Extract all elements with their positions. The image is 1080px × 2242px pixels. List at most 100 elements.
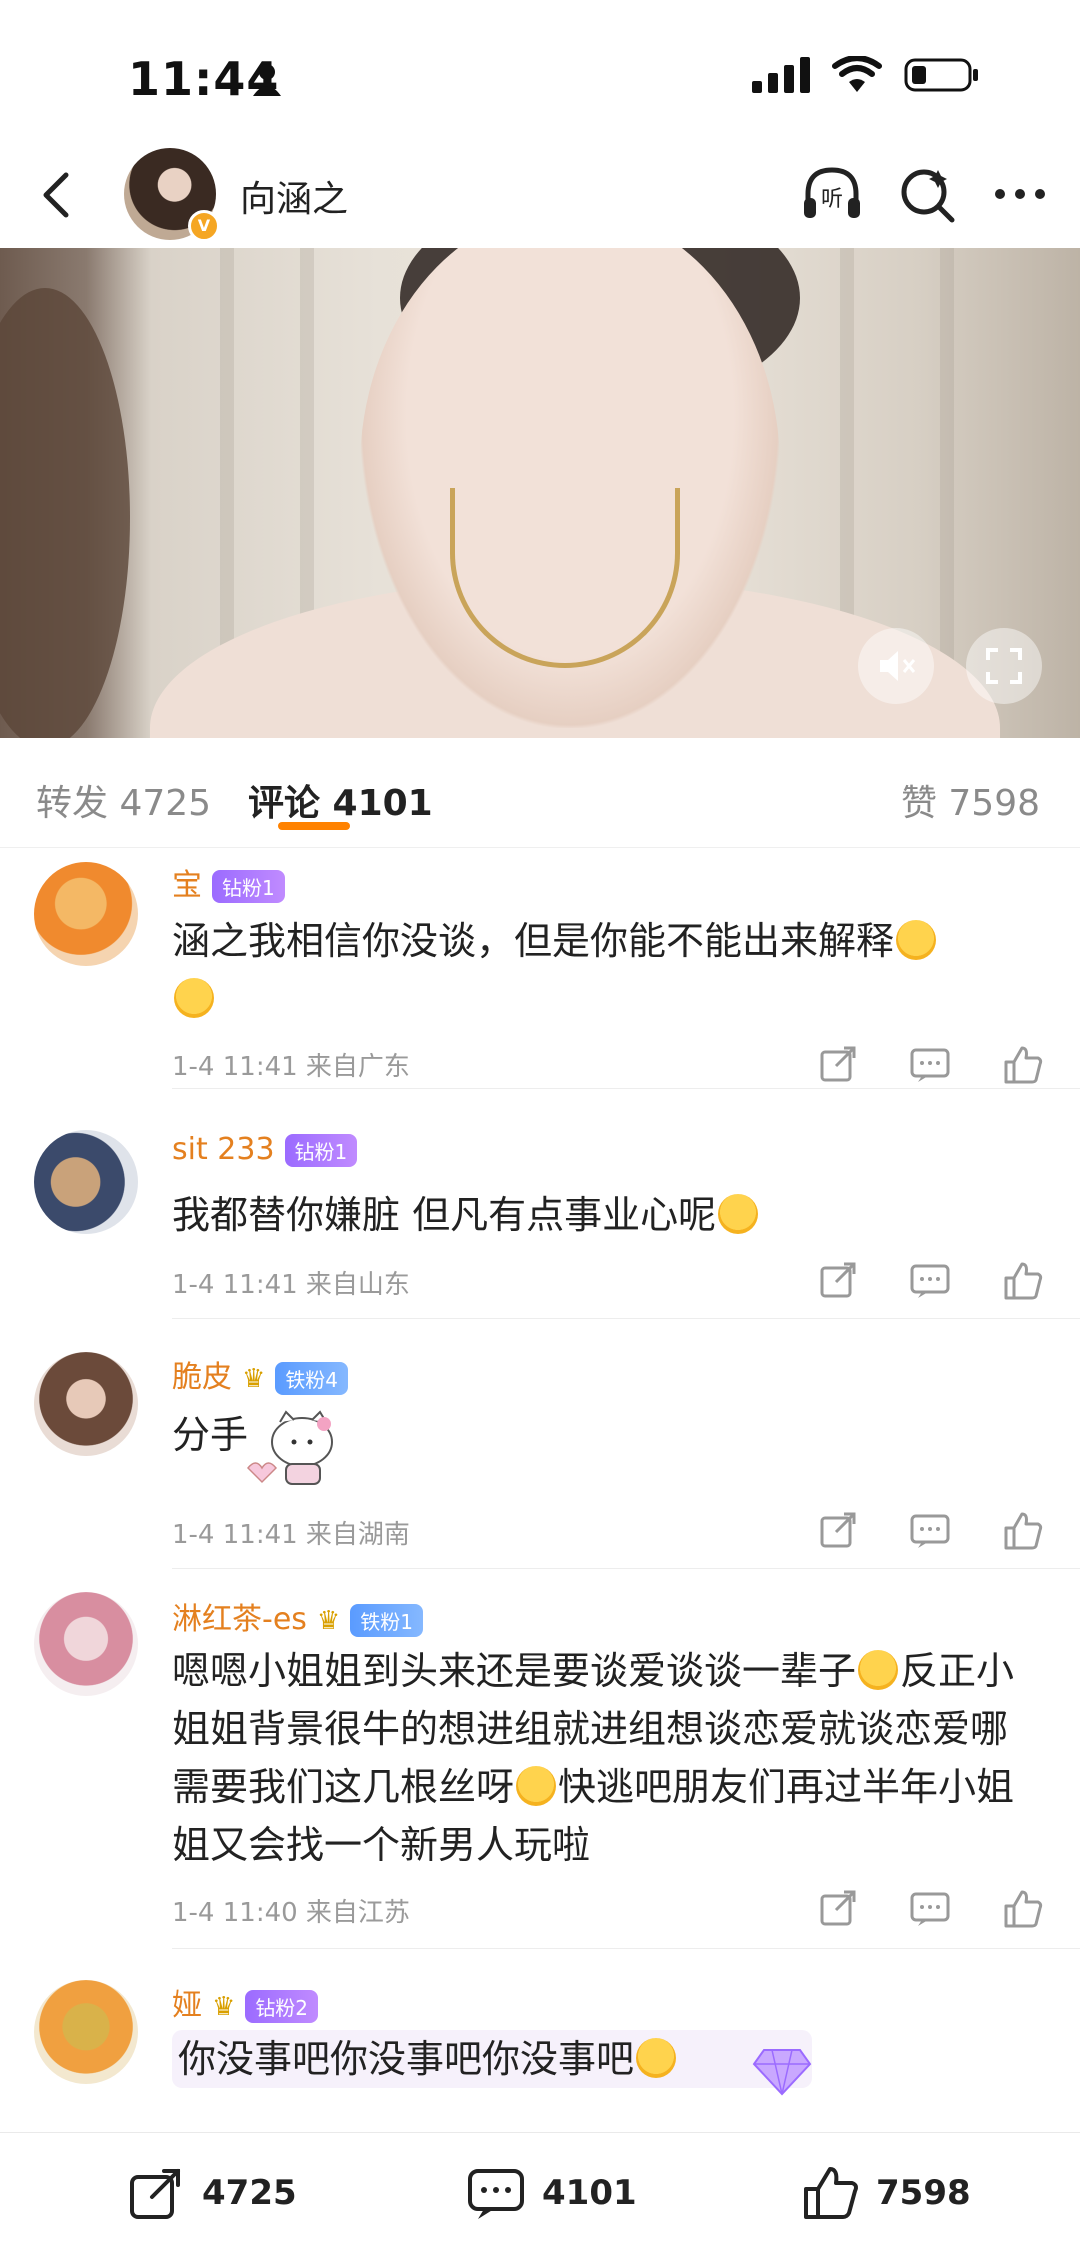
bottom-action-bar: 4725 4101 7598 bbox=[0, 2132, 1080, 2242]
comment-text: 你没事吧你没事吧你没事吧 bbox=[172, 2030, 812, 2088]
battery-icon bbox=[904, 58, 978, 92]
person-icon bbox=[253, 64, 281, 96]
comment-text: 嗯嗯小姐姐到头来还是要谈爱谈谈一辈子 反正小姐姐背景很牛的想进组就进组想谈恋爱就谈… bbox=[172, 1642, 1032, 1874]
commenter-avatar[interactable] bbox=[34, 1352, 138, 1456]
fan-badge: 铁粉4 bbox=[275, 1362, 349, 1395]
share-icon[interactable] bbox=[816, 1258, 860, 1302]
comment-divider bbox=[172, 1318, 1080, 1319]
like-icon[interactable] bbox=[1000, 1042, 1044, 1086]
repost-icon bbox=[130, 2169, 180, 2219]
like-icon[interactable] bbox=[1000, 1508, 1044, 1552]
comment-meta: 1-4 11:41 来自广东 bbox=[172, 1052, 410, 1082]
commenter-avatar[interactable] bbox=[34, 1592, 138, 1696]
reply-icon[interactable] bbox=[908, 1508, 952, 1552]
commenter-name-text: 淋红茶-es bbox=[172, 1602, 307, 1637]
crying-emoji-icon bbox=[174, 978, 214, 1018]
comment-text-body: 涵之我相信你没谈，但是你能不能出来解释 bbox=[172, 919, 895, 963]
wifi-icon bbox=[832, 56, 882, 92]
interaction-tabs: 转发 4725 评论 4101 赞 7598 bbox=[0, 738, 1080, 848]
comment-divider bbox=[172, 1088, 1080, 1089]
listen-label: 听 bbox=[821, 187, 843, 212]
status-bar: 11:44 bbox=[0, 0, 1080, 150]
crying-emoji-icon bbox=[896, 920, 937, 960]
fan-badge: 铁粉1 bbox=[350, 1604, 423, 1637]
author-avatar[interactable]: V bbox=[124, 148, 220, 242]
video-player[interactable] bbox=[0, 248, 1080, 738]
mute-icon bbox=[880, 651, 916, 681]
commenter-name-text: 娅 bbox=[172, 1988, 202, 2023]
repost-count: 4725 bbox=[202, 2173, 297, 2213]
tab-repost[interactable]: 转发 4725 bbox=[36, 774, 211, 826]
share-icon[interactable] bbox=[816, 1886, 860, 1930]
commenter-name-text: sit 233 bbox=[172, 1132, 275, 1167]
commenter-name[interactable]: 脆皮 ♛ 铁粉4 bbox=[172, 1352, 349, 1396]
comment-item: sit 233 钻粉1 我都替你嫌脏 但凡有点事业心呢 1-4 11:41 来自山… bbox=[0, 1100, 1080, 1320]
comment-text: 我都替你嫌脏 但凡有点事业心呢 bbox=[172, 1186, 1032, 1244]
comment-actions bbox=[816, 1258, 1044, 1302]
commenter-avatar[interactable] bbox=[34, 1130, 138, 1234]
signal-icon bbox=[752, 57, 810, 93]
comment-meta: 1-4 11:40 来自江苏 bbox=[172, 1898, 410, 1928]
fan-badge: 钻粉2 bbox=[245, 1990, 319, 2023]
comment-meta: 1-4 11:41 来自湖南 bbox=[172, 1520, 410, 1550]
like-count: 7598 bbox=[876, 2173, 971, 2213]
fullscreen-icon bbox=[986, 648, 1022, 684]
reply-icon[interactable] bbox=[908, 1042, 952, 1086]
listen-icon[interactable]: 听 bbox=[798, 160, 866, 228]
tab-like[interactable]: 赞 7598 bbox=[901, 774, 1040, 826]
repost-button[interactable]: 4725 bbox=[126, 2163, 297, 2223]
crown-icon: ♛ bbox=[212, 1992, 236, 2022]
commenter-avatar[interactable] bbox=[34, 862, 138, 966]
reply-icon[interactable] bbox=[908, 1886, 952, 1930]
comment-text: 涵之我相信你没谈，但是你能不能出来解释 bbox=[172, 912, 1032, 1028]
tab-comment[interactable]: 评论 4101 bbox=[248, 774, 433, 826]
fan-badge: 钻粉1 bbox=[212, 870, 285, 903]
comment-button[interactable]: 4101 bbox=[466, 2163, 637, 2223]
like-icon bbox=[804, 2167, 858, 2219]
commenter-name[interactable]: 淋红茶-es ♛ 铁粉1 bbox=[172, 1594, 423, 1638]
diamond-icon bbox=[752, 2049, 812, 2096]
comment-item: 宝钻粉1 涵之我相信你没谈，但是你能不能出来解释 1-4 11:41 来自广东 bbox=[0, 850, 1080, 1090]
commenter-name-text: 脆皮 bbox=[172, 1360, 232, 1395]
like-icon[interactable] bbox=[1000, 1886, 1044, 1930]
author-name[interactable]: 向涵之 bbox=[240, 170, 348, 222]
comment-item: 娅 ♛ 钻粉2 你没事吧你没事吧你没事吧 bbox=[0, 1960, 1080, 2130]
hello-kitty-sticker-icon bbox=[246, 1410, 333, 1485]
commenter-name-text: 宝 bbox=[172, 868, 202, 903]
mute-button[interactable] bbox=[858, 628, 934, 704]
commenter-avatar[interactable] bbox=[34, 1980, 138, 2084]
comment-actions bbox=[816, 1508, 1044, 1552]
comment-item: 淋红茶-es ♛ 铁粉1 嗯嗯小姐姐到头来还是要谈爱谈谈一辈子 反正小姐姐背景很牛的想… bbox=[0, 1580, 1080, 1950]
share-icon[interactable] bbox=[816, 1042, 860, 1086]
comment-meta: 1-4 11:41 来自山东 bbox=[172, 1270, 410, 1300]
comment-actions bbox=[816, 1886, 1044, 1930]
search-icon[interactable] bbox=[894, 160, 962, 228]
reply-icon[interactable] bbox=[908, 1258, 952, 1302]
blushing-emoji-icon bbox=[718, 1194, 759, 1234]
commenter-name[interactable]: 宝钻粉1 bbox=[172, 860, 285, 904]
verified-badge-icon: V bbox=[188, 210, 220, 242]
fan-badge: 钻粉1 bbox=[284, 1134, 358, 1167]
back-icon[interactable] bbox=[28, 165, 88, 225]
active-tab-indicator bbox=[278, 822, 350, 830]
like-button[interactable]: 7598 bbox=[800, 2163, 971, 2223]
comment-divider bbox=[172, 1948, 1080, 1949]
commenter-name[interactable]: 娅 ♛ 钻粉2 bbox=[172, 1980, 319, 2024]
comment-actions bbox=[816, 1042, 1044, 1086]
crown-icon: ♛ bbox=[316, 1606, 341, 1636]
post-header: V 向涵之 听 bbox=[0, 140, 1080, 250]
fullscreen-button[interactable] bbox=[966, 628, 1042, 704]
comment-icon bbox=[468, 2169, 524, 2219]
share-icon[interactable] bbox=[816, 1508, 860, 1552]
crown-icon: ♛ bbox=[242, 1364, 266, 1394]
commenter-name[interactable]: sit 233 钻粉1 bbox=[172, 1132, 358, 1167]
comment-text-body: 我都替你嫌脏 但凡有点事业心呢 bbox=[172, 1193, 717, 1237]
comment-text-body: 嗯嗯小姐姐到头来还是要谈爱谈谈一辈子 bbox=[172, 1649, 857, 1693]
shocked-emoji-icon bbox=[858, 1650, 899, 1690]
comment-divider bbox=[172, 1568, 1080, 1569]
like-icon[interactable] bbox=[1000, 1258, 1044, 1302]
more-icon[interactable] bbox=[986, 160, 1054, 228]
comment-text-body: 你没事吧你没事吧你没事吧 bbox=[178, 2037, 635, 2081]
shocked-emoji-icon bbox=[516, 1766, 557, 1806]
comment-count: 4101 bbox=[542, 2173, 637, 2213]
